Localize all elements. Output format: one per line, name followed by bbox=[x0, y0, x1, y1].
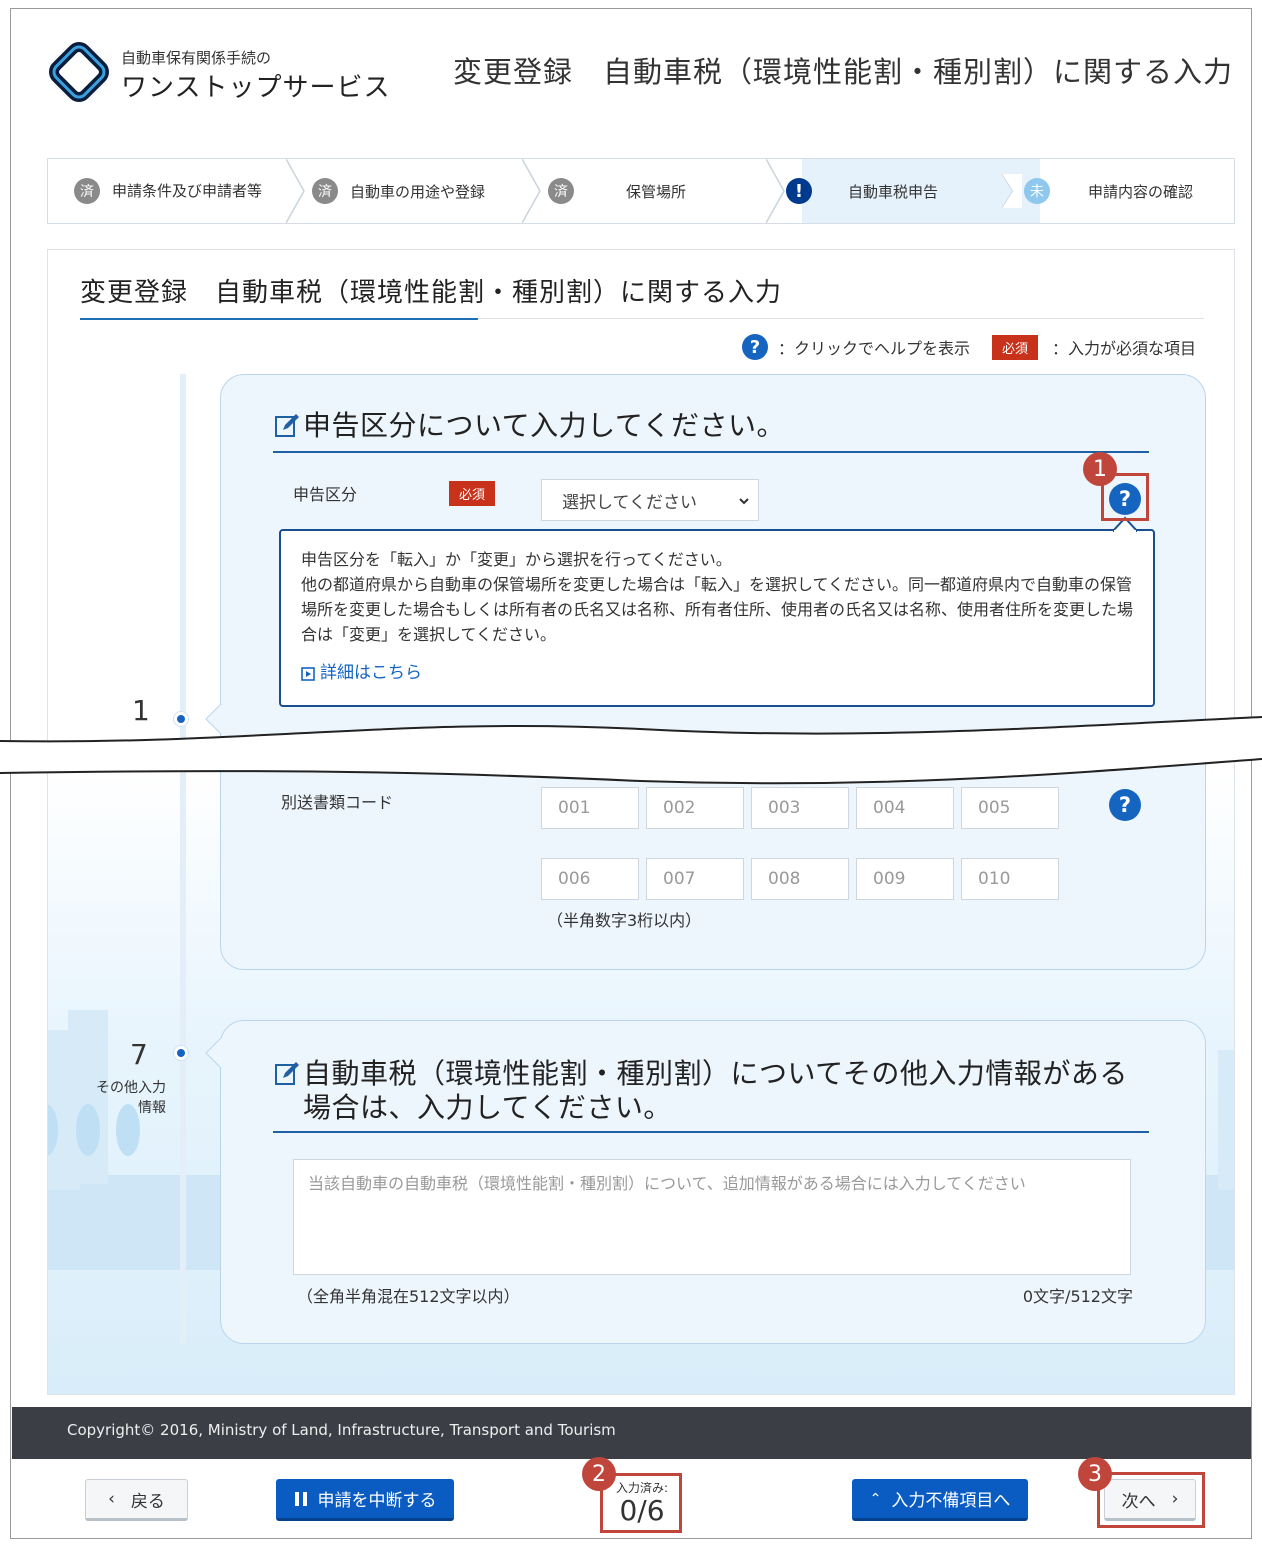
chevron-down-icon bbox=[739, 498, 749, 505]
declaration-type-label: 申告区分 bbox=[293, 485, 358, 504]
help-detail-link[interactable]: 詳細はこちら bbox=[301, 661, 1133, 686]
step-done-badge: 済 bbox=[74, 178, 100, 204]
back-button[interactable]: ‹ 戻る bbox=[85, 1479, 188, 1521]
timeline-dot bbox=[174, 1046, 188, 1060]
panel-title: 申告区分について入力してください。 bbox=[273, 409, 785, 443]
copyright-bar: Copyright© 2016, Ministry of Land, Infra… bbox=[12, 1407, 1251, 1459]
step-todo-badge: 未 bbox=[1024, 178, 1050, 204]
double-chevron-up-icon: ⌃ bbox=[869, 1490, 882, 1507]
step-separator-icon bbox=[766, 159, 785, 223]
document-code-input[interactable]: 008 bbox=[751, 858, 849, 900]
document-code-input[interactable]: 006 bbox=[541, 858, 639, 900]
required-badge: 必須 bbox=[449, 481, 496, 506]
external-link-icon bbox=[301, 666, 315, 681]
document-code-note: （半角数字3桁以内） bbox=[547, 911, 702, 930]
section-title: 変更登録 自動車税（環境性能割・種別割）に関する入力 bbox=[80, 278, 783, 308]
annotation-badge: 2 bbox=[582, 1457, 616, 1491]
annotation-badge: 1 bbox=[1083, 452, 1117, 486]
progress-stepper: 済 申請条件及び申請者等 済 自動車の用途や登録 済 保管場所 ! 自動車税申告… bbox=[47, 158, 1235, 224]
step-label: 申請内容の確認 bbox=[1088, 182, 1194, 201]
annotation-box bbox=[1097, 1472, 1205, 1528]
step-separator-icon bbox=[286, 159, 305, 223]
pause-icon bbox=[294, 1491, 307, 1506]
step-current-badge: ! bbox=[786, 178, 812, 204]
section-divider bbox=[478, 318, 1204, 319]
step-confirm: 未 申請内容の確認 bbox=[1024, 159, 1193, 223]
panel-other-info: 自動車税（環境性能割・種別割）についてその他入力情報がある場合は、入力してくださ… bbox=[220, 1020, 1206, 1344]
document-code-grid: 001 002 003 004 005 006 007 008 009 010 bbox=[541, 787, 1061, 907]
step-vehicle-tax: ! 自動車税申告 bbox=[786, 159, 938, 223]
legend-help-text: ：クリックでヘルプを表示 bbox=[777, 339, 970, 358]
step-done-badge: 済 bbox=[548, 178, 574, 204]
edit-icon bbox=[275, 414, 299, 437]
logo-subtitle: 自動車保有関係手続の bbox=[121, 49, 272, 67]
page-header-title: 変更登録 自動車税（環境性能割・種別割）に関する入力 bbox=[452, 55, 1233, 89]
annotation-badge: 3 bbox=[1078, 1457, 1112, 1491]
step-label: 申請条件及び申請者等 bbox=[112, 182, 263, 200]
panel-title-underline bbox=[273, 451, 1149, 453]
legend-required-text: ：入力が必須な項目 bbox=[1051, 339, 1196, 358]
document-code-input[interactable]: 010 bbox=[961, 858, 1059, 900]
panel-title: 自動車税（環境性能割・種別割）についてその他入力情報がある場合は、入力してくださ… bbox=[273, 1057, 1153, 1125]
required-badge: 必須 bbox=[991, 334, 1038, 360]
step-separator-icon bbox=[1002, 173, 1022, 209]
chevron-left-icon: ‹ bbox=[108, 1489, 115, 1509]
logo-title: ワンストップサービス bbox=[121, 73, 391, 103]
logo-icon bbox=[49, 42, 109, 102]
step-usage: 済 自動車の用途や登録 bbox=[312, 159, 485, 223]
action-bar: ‹ 戻る 申請を中断する 入力済み: 0/6 2 ⌃ 入力不備項目へ 次へ › … bbox=[12, 1457, 1251, 1538]
edit-icon bbox=[275, 1062, 299, 1085]
help-popup: 申告区分を「転入」か「変更」から選択を行ってください。 他の都道府県から自動車の… bbox=[279, 529, 1155, 707]
step-parking: 済 保管場所 bbox=[548, 159, 686, 223]
step-label: 保管場所 bbox=[626, 182, 687, 201]
page-break-divider bbox=[0, 716, 1262, 785]
other-info-note: （全角半角混在512文字以内） bbox=[297, 1287, 520, 1306]
step-side-label: その他入力情報 bbox=[96, 1080, 166, 1116]
step-done-badge: 済 bbox=[312, 178, 338, 204]
step-label: 自動車税申告 bbox=[848, 182, 939, 201]
document-code-input[interactable]: 009 bbox=[856, 858, 954, 900]
incomplete-items-button[interactable]: ⌃ 入力不備項目へ bbox=[852, 1479, 1028, 1521]
character-counter: 0文字/512文字 bbox=[1022, 1287, 1133, 1306]
panel-declaration-type: 申告区分について入力してください。 申告区分 必須 選択してください ? 申告区… bbox=[220, 374, 1206, 970]
help-text: 申告区分を「転入」か「変更」から選択を行ってください。 他の都道府県から自動車の… bbox=[301, 550, 1134, 644]
panel-title-underline bbox=[273, 1131, 1149, 1133]
document-code-input[interactable]: 007 bbox=[646, 858, 744, 900]
step-separator-icon bbox=[522, 159, 541, 223]
declaration-type-select[interactable]: 選択してください bbox=[541, 479, 759, 521]
step-label: 自動車の用途や登録 bbox=[350, 182, 486, 201]
other-info-textarea[interactable]: 当該自動車の自動車税（環境性能割・種別割）について、追加情報がある場合には入力し… bbox=[293, 1159, 1131, 1275]
suspend-button[interactable]: 申請を中断する bbox=[276, 1479, 454, 1521]
step-number: 7 bbox=[130, 1038, 148, 1071]
main-content: 変更登録 自動車税（環境性能割・種別割）に関する入力 ? ：クリックでヘルプを表… bbox=[47, 249, 1235, 1395]
section-underline bbox=[80, 318, 478, 320]
legend: ? ：クリックでヘルプを表示 必須 ：入力が必須な項目 bbox=[741, 334, 1196, 360]
help-icon: ? bbox=[741, 334, 768, 360]
timeline bbox=[180, 374, 186, 1344]
panel-pointer bbox=[205, 1038, 222, 1068]
step-applicant: 済 申請条件及び申請者等 bbox=[74, 159, 262, 223]
